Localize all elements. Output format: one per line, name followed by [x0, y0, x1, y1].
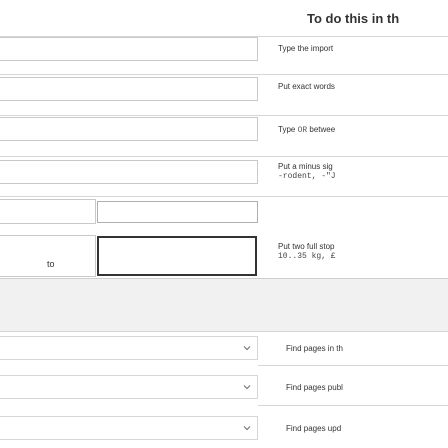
hint-exact-words: Put exact words: [278, 82, 335, 91]
hint-range: Put two full stop 10..35 kg, £: [278, 242, 336, 262]
exact-phrase-input[interactable]: [0, 77, 258, 101]
find-language-hint: Find pages in th: [286, 344, 343, 353]
chevron-down-icon[interactable]: [243, 383, 251, 391]
range-from-input[interactable]: [0, 199, 96, 224]
hint-range-text: Put two full stop: [278, 242, 335, 251]
range-to-text: to: [47, 259, 55, 269]
chevron-down-icon[interactable]: [243, 424, 251, 432]
hint-minus-example: -rodent, -"J: [278, 172, 336, 181]
separator: [0, 331, 448, 332]
separator: [258, 365, 448, 366]
all-words-input[interactable]: [0, 37, 258, 61]
range-input-right[interactable]: [97, 201, 258, 223]
separator: [0, 196, 448, 197]
separator: [0, 115, 448, 116]
hint-or-prefix: Type: [278, 125, 298, 134]
separator: [0, 156, 448, 157]
language-select[interactable]: [0, 336, 258, 360]
section-divider: [0, 279, 448, 331]
range-to-input[interactable]: [97, 236, 257, 276]
hint-minus: Put a minus sig -rodent, -"J: [278, 162, 336, 182]
hint-all-words: Type the import: [278, 44, 334, 53]
separator: [258, 405, 448, 406]
find-region-hint: Find pages publ: [286, 383, 343, 392]
hint-or-suffix: betwee: [307, 125, 336, 134]
range-to-left-input[interactable]: [0, 235, 96, 277]
hint-or-keyword: OR: [297, 126, 308, 135]
column-title: To do this in th: [307, 11, 400, 26]
region-select[interactable]: [0, 375, 258, 399]
find-update-hint: Find pages upd: [286, 424, 342, 433]
chevron-down-icon[interactable]: [243, 344, 251, 352]
advanced-search-page: To do this in th Type the import Put exa…: [0, 0, 448, 448]
none-words-input[interactable]: [0, 160, 258, 184]
hint-minus-text: Put a minus sig: [278, 162, 333, 171]
any-words-input[interactable]: [0, 117, 258, 141]
hint-range-example: 10..35 kg, £: [278, 252, 336, 261]
last-update-select[interactable]: [0, 416, 258, 440]
separator: [258, 74, 448, 75]
separator: [0, 74, 266, 75]
hint-or: Type OR betwee: [278, 125, 335, 136]
